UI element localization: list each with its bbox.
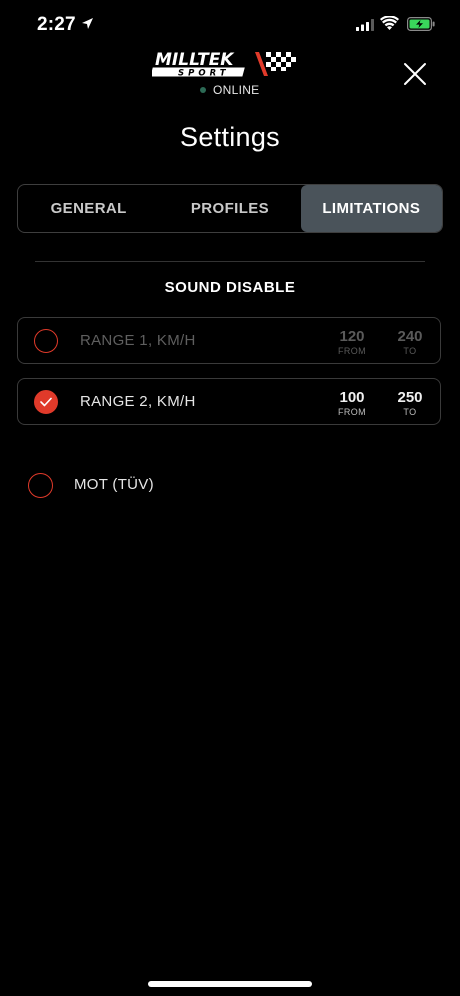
range-1-from-value: 120 xyxy=(339,328,365,345)
range-1-row[interactable]: RANGE 1, KM/H 120 FROM 240 TO xyxy=(17,317,441,364)
mot-option[interactable]: MOT (TÜV) xyxy=(28,472,228,498)
range-2-from-value: 100 xyxy=(339,389,365,406)
range-1-to-caption: TO xyxy=(403,346,417,356)
close-icon[interactable] xyxy=(400,59,430,89)
range-2-from-caption: FROM xyxy=(337,407,367,417)
wifi-icon xyxy=(380,16,399,30)
status-bar: 2:27 xyxy=(0,0,460,50)
range-2-to-caption: TO xyxy=(403,407,417,417)
range-1-radio[interactable] xyxy=(34,329,58,353)
tab-general[interactable]: GENERAL xyxy=(18,185,159,232)
tab-limitations[interactable]: LIMITATIONS xyxy=(300,185,442,232)
status-time: 2:27 xyxy=(37,14,76,35)
page-title: Settings xyxy=(180,122,280,152)
range-2-to-value: 250 xyxy=(397,389,423,406)
range-1-label: RANGE 1, KM/H xyxy=(80,332,196,349)
section-divider xyxy=(35,261,425,262)
range-2-label: RANGE 2, KM/H xyxy=(80,393,196,410)
range-1-from-caption: FROM xyxy=(337,346,367,356)
mot-label: MOT (TÜV) xyxy=(74,476,154,493)
home-indicator[interactable] xyxy=(148,981,312,987)
battery-charging-icon xyxy=(407,17,435,31)
range-1-to-value: 240 xyxy=(397,328,423,345)
mot-radio[interactable] xyxy=(28,473,53,498)
sound-disable-title: SOUND DISABLE xyxy=(164,279,296,296)
range-2-to[interactable]: 250 TO xyxy=(387,390,433,418)
range-2-from[interactable]: 100 FROM xyxy=(329,390,375,418)
range-2-row[interactable]: RANGE 2, KM/H 100 FROM 250 TO xyxy=(17,378,441,425)
location-arrow-icon xyxy=(82,18,93,29)
online-indicator-dot xyxy=(200,87,206,93)
logo-text-bottom: SPORT xyxy=(178,69,230,79)
connection-status: ONLINE xyxy=(200,82,259,98)
settings-tabs: GENERAL PROFILES LIMITATIONS xyxy=(17,184,443,233)
checkmark-icon xyxy=(40,397,52,407)
connection-status-text: ONLINE xyxy=(213,83,260,97)
range-2-radio[interactable] xyxy=(34,390,58,414)
logo-text-top: MILLTEK xyxy=(155,50,235,70)
tab-profiles[interactable]: PROFILES xyxy=(159,185,300,232)
cellular-signal-icon xyxy=(356,19,374,31)
milltek-sport-logo: MILLTEK SPORT xyxy=(152,50,296,79)
range-1-to[interactable]: 240 TO xyxy=(387,329,433,357)
range-1-from[interactable]: 120 FROM xyxy=(329,329,375,357)
